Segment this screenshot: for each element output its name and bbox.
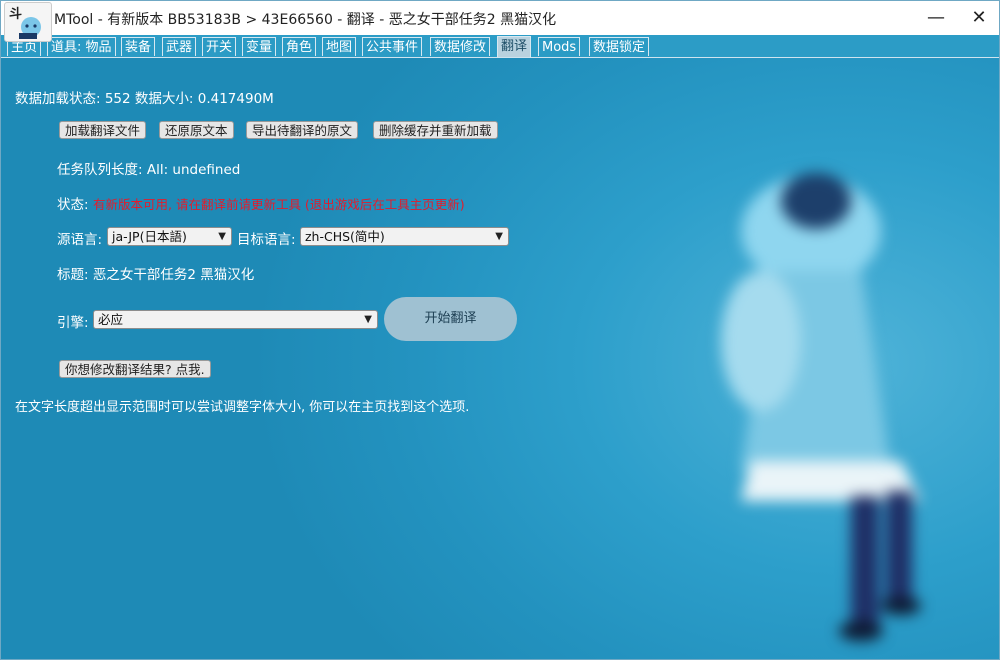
tab-data-edit[interactable]: 数据修改 [430,37,491,56]
source-language-select[interactable]: ja-JP(日本語) ▼ [107,227,232,246]
source-language-value: ja-JP(日本語) [112,229,187,244]
minimize-button[interactable]: — [913,1,959,35]
queue-length-text: 任务队列长度: All: undefined [57,162,241,178]
source-language-label: 源语言: [57,232,103,248]
engine-select[interactable]: 必应 ▼ [93,310,378,329]
status-message: 有新版本可用, 请在翻译前请更新工具 (退出游戏后在工具主页更新) [93,197,465,212]
modify-translation-button[interactable]: 你想修改翻译结果? 点我. [59,360,211,378]
chevron-down-icon: ▼ [364,314,372,325]
chevron-down-icon: ▼ [218,231,226,242]
target-language-label: 目标语言: [237,232,296,248]
tab-armor[interactable]: 装备 [121,37,156,56]
start-translation-button[interactable]: 开始翻译 [384,297,517,341]
tab-weapons[interactable]: 武器 [162,37,197,56]
clear-cache-reload-button[interactable]: 删除缓存并重新加载 [373,121,498,139]
tab-switches[interactable]: 开关 [202,37,237,56]
restore-original-text-button[interactable]: 还原原文本 [159,121,234,139]
tab-mods[interactable]: Mods [538,37,581,56]
engine-label: 引擎: [57,315,89,331]
tab-actors[interactable]: 角色 [282,37,317,56]
svg-text:斗: 斗 [9,7,22,22]
tab-translate[interactable]: 翻译 [497,36,532,57]
translate-panel: 数据加载状态: 552 数据大小: 0.417490M 加载翻译文件 还原原文本… [1,58,999,658]
app-window: 斗 MTool - 有新版本 BB53183B > 43E66560 - 翻译 … [0,0,1000,660]
load-status-text: 数据加载状态: 552 数据大小: 0.417490M [15,91,274,107]
font-size-tip: 在文字长度超出显示范围时可以尝试调整字体大小, 你可以在主页找到这个选项. [15,400,470,415]
title-bar: 斗 MTool - 有新版本 BB53183B > 43E66560 - 翻译 … [1,1,999,42]
tab-maps[interactable]: 地图 [322,37,357,56]
tab-data-lock[interactable]: 数据锁定 [589,37,650,56]
close-button[interactable]: ✕ [956,1,999,35]
tab-items[interactable]: 道具: 物品 [47,37,116,56]
tab-common-events[interactable]: 公共事件 [362,37,423,56]
window-title: MTool - 有新版本 BB53183B > 43E66560 - 翻译 - … [54,12,557,28]
tab-strip: 主页 道具: 物品 装备 武器 开关 变量 角色 地图 公共事件 数据修改 翻译… [1,35,999,58]
target-language-select[interactable]: zh-CHS(简中) ▼ [300,227,509,246]
game-title-text: 标题: 恶之女干部任务2 黑猫汉化 [57,267,255,283]
status-label: 状态: [57,197,89,213]
load-translation-file-button[interactable]: 加载翻译文件 [59,121,147,139]
export-untranslated-button[interactable]: 导出待翻译的原文 [246,121,359,139]
engine-value: 必应 [98,312,124,327]
target-language-value: zh-CHS(简中) [305,229,385,244]
chevron-down-icon: ▼ [495,231,503,242]
tab-variables[interactable]: 变量 [242,37,277,56]
app-icon: 斗 [4,2,52,42]
